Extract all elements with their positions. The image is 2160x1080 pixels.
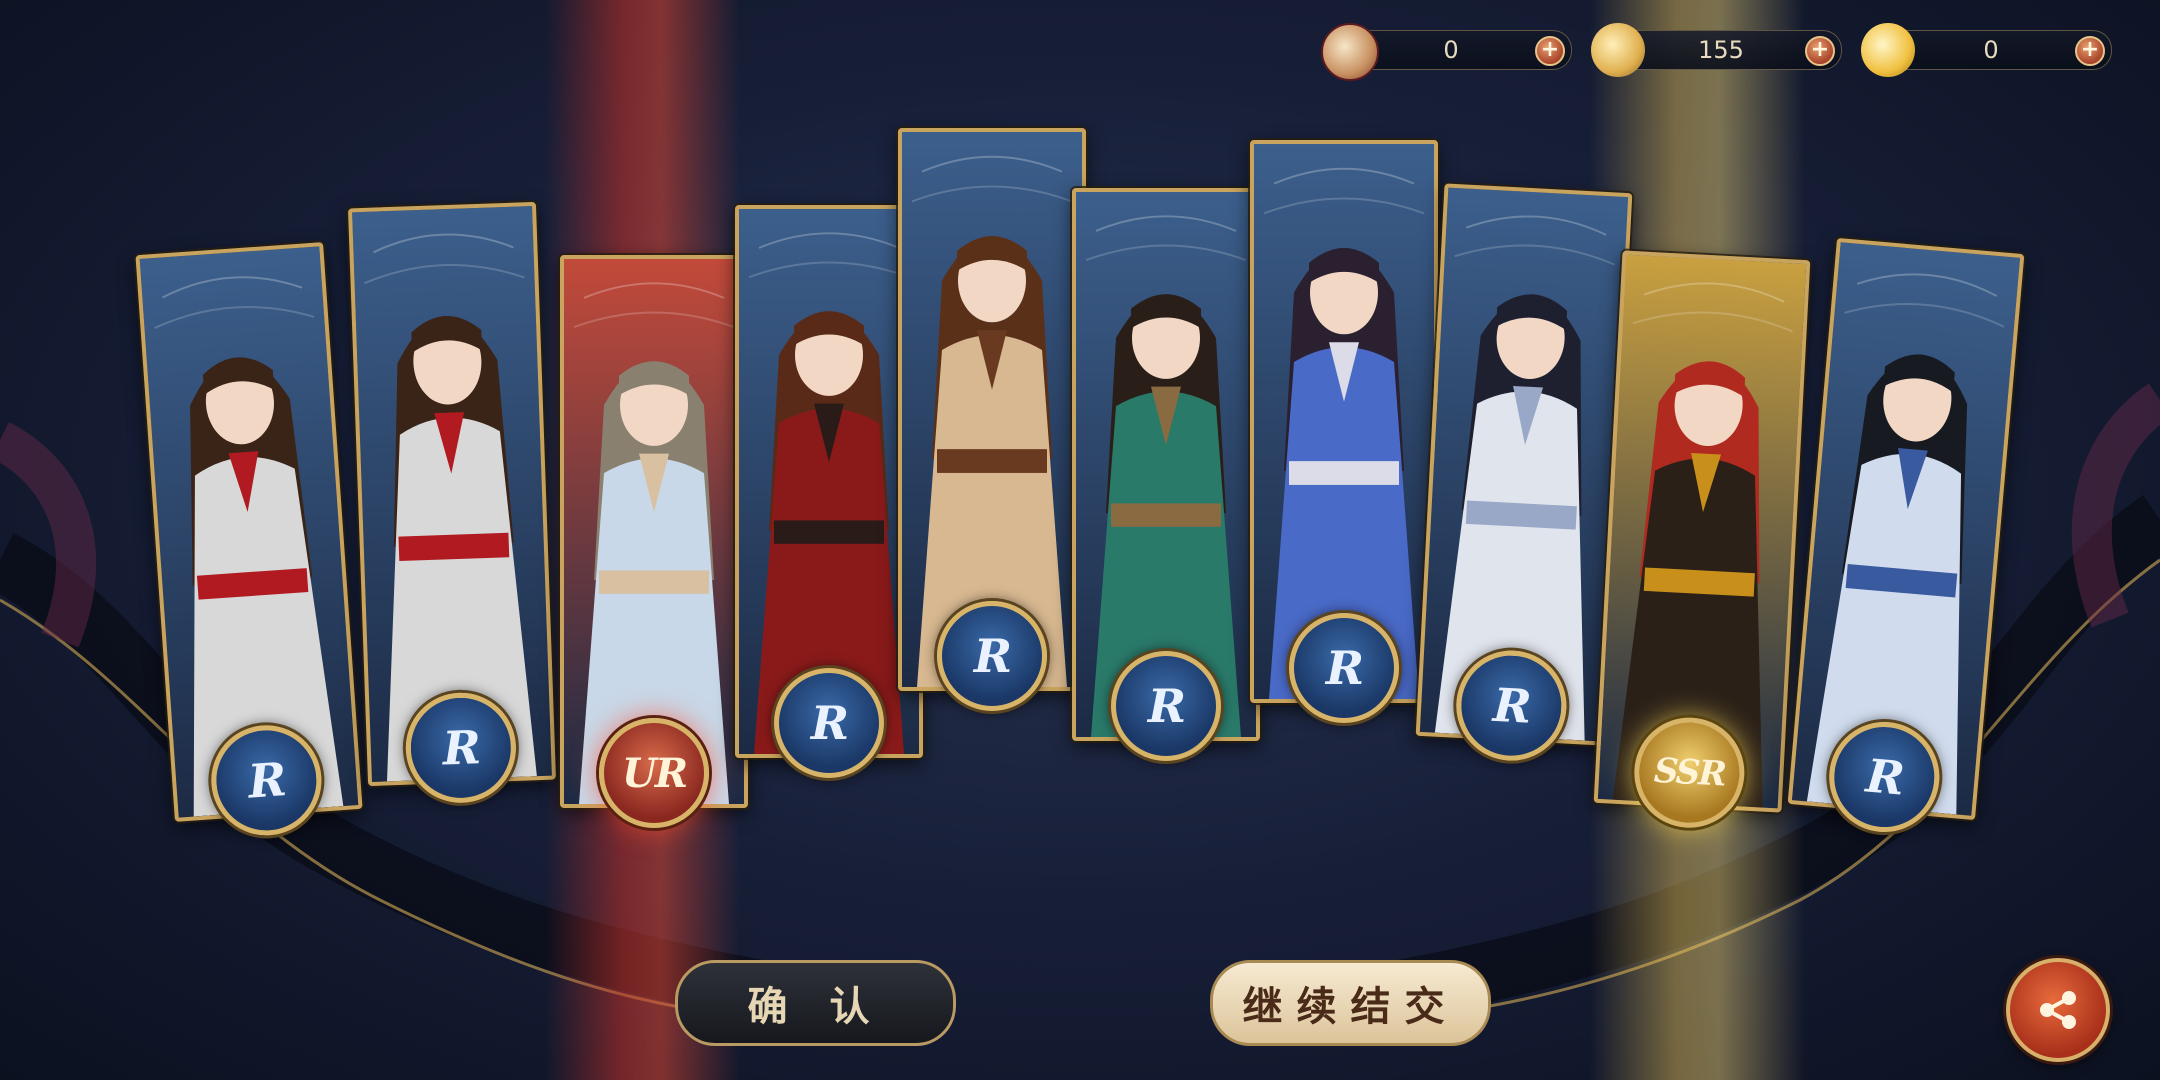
rarity-badge: R [1111, 651, 1221, 761]
currency-amount: 0 [1983, 36, 1999, 64]
rarity-label: R [1863, 748, 1905, 806]
character-card[interactable]: R [898, 128, 1086, 711]
rarity-label: R [1147, 679, 1186, 733]
currency-gold-ingot: 0 + [1861, 23, 2112, 77]
share-button[interactable] [2006, 958, 2110, 1062]
rarity-badge: R [1289, 613, 1399, 723]
add-currency-button[interactable]: + [1805, 36, 1835, 66]
rarity-label: R [973, 629, 1012, 683]
currency-bar: 0 + 155 + 0 + [1321, 23, 2112, 81]
rarity-badge: R [774, 668, 884, 778]
character-card[interactable]: R [1250, 140, 1438, 723]
rarity-label: UR [621, 749, 688, 797]
rarity-badge: UR [599, 718, 709, 828]
continue-recruit-button[interactable]: 继续结交 [1210, 960, 1491, 1046]
rarity-label: R [1491, 677, 1531, 734]
rarity-label: R [441, 720, 480, 776]
add-currency-button[interactable]: + [2075, 36, 2105, 66]
golden-leaf-icon [1591, 23, 1645, 77]
character-card[interactable]: R [347, 201, 557, 805]
gold-ingot-icon [1861, 23, 1915, 77]
rarity-label: R [246, 752, 287, 809]
character-card[interactable]: R [1072, 188, 1260, 761]
currency-amount: 155 [1698, 36, 1744, 64]
currency-golden-leaf: 155 + [1591, 23, 1842, 77]
character-card[interactable]: R [735, 205, 923, 778]
share-icon [2040, 991, 2076, 1029]
character-card[interactable]: R [1415, 183, 1633, 764]
character-card[interactable]: R [135, 242, 363, 840]
rarity-badge: R [937, 601, 1047, 711]
confirm-button[interactable]: 确 认 [675, 960, 956, 1046]
currency-amount: 0 [1443, 36, 1459, 64]
rarity-label: R [1325, 641, 1364, 695]
rarity-label: R [810, 696, 849, 750]
jade-bead-icon [1321, 23, 1379, 81]
character-card[interactable]: UR [560, 255, 748, 828]
add-currency-button[interactable]: + [1535, 36, 1565, 66]
rarity-label: SSR [1653, 750, 1726, 795]
currency-jade-bead: 0 + [1321, 23, 1572, 81]
character-card[interactable]: SSR [1593, 250, 1811, 831]
